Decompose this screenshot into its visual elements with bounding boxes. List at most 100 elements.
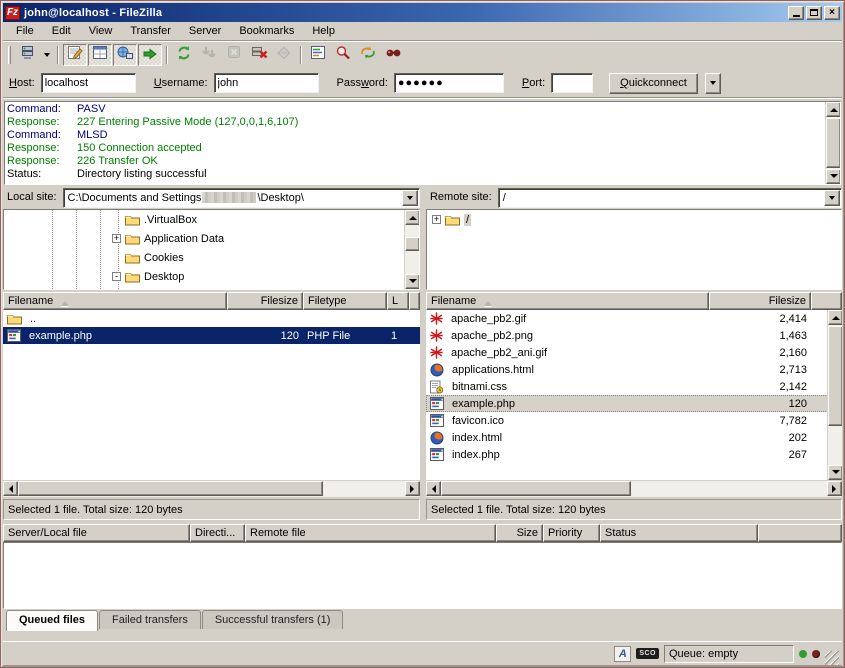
arrow-down-icon bbox=[830, 174, 838, 182]
file-size-cell: 1,463 bbox=[709, 327, 811, 344]
remote-site-dropdown[interactable] bbox=[824, 190, 840, 206]
quickconnect-dropdown-button[interactable] bbox=[705, 73, 721, 94]
file-row-example-php[interactable]: example.php120 bbox=[426, 395, 828, 412]
site-manager-button[interactable] bbox=[15, 44, 39, 66]
toggle-remote-tree-button[interactable] bbox=[113, 44, 137, 66]
tab-successful-transfers-1-[interactable]: Successful transfers (1) bbox=[202, 610, 344, 629]
file-row-index-php[interactable]: index.php267 bbox=[426, 446, 828, 463]
username-input[interactable] bbox=[214, 73, 319, 93]
column-header-filesize[interactable]: Filesize bbox=[709, 292, 811, 310]
tree-item-application-data[interactable]: +Application Data bbox=[4, 229, 419, 248]
menu-item-transfer[interactable]: Transfer bbox=[121, 23, 180, 40]
column-header-directi-[interactable]: Directi... bbox=[190, 524, 245, 542]
tree-item-root[interactable]: +/ bbox=[427, 210, 841, 229]
quickconnect-button-label: Quickconnect bbox=[620, 77, 687, 89]
column-header-size[interactable]: Size bbox=[496, 524, 543, 542]
file-row-bitnami-css[interactable]: bitnami.css2,142 bbox=[426, 378, 828, 395]
column-header-filename[interactable]: Filename bbox=[426, 292, 709, 310]
menu-item-bookmarks[interactable]: Bookmarks bbox=[230, 23, 303, 40]
file-row--[interactable]: .. bbox=[3, 310, 420, 327]
file-name-cell: favicon.ico bbox=[426, 412, 709, 429]
scroll-left-button[interactable] bbox=[3, 481, 18, 496]
arrow-left-icon bbox=[428, 485, 436, 493]
file-row-apache-pb2-ani-gif[interactable]: apache_pb2_ani.gif2,160 bbox=[426, 344, 828, 361]
column-header-server-local-file[interactable]: Server/Local file bbox=[3, 524, 190, 542]
scroll-down-button[interactable] bbox=[828, 465, 842, 480]
folder-icon bbox=[125, 251, 140, 264]
resize-grip[interactable] bbox=[825, 651, 839, 665]
filter-button[interactable] bbox=[306, 44, 330, 66]
log-scroll-thumb[interactable] bbox=[826, 118, 841, 168]
file-row-applications-html[interactable]: applications.html2,713 bbox=[426, 361, 828, 378]
tree-item--virtualbox[interactable]: +.VirtualBox bbox=[4, 210, 419, 229]
expand-icon[interactable]: + bbox=[112, 234, 121, 243]
minimize-button[interactable] bbox=[788, 6, 804, 20]
menu-item-server[interactable]: Server bbox=[180, 23, 230, 40]
remote-site-combo[interactable]: / bbox=[498, 188, 842, 208]
column-header-filename[interactable]: Filename bbox=[3, 292, 227, 310]
column-header-priority[interactable]: Priority bbox=[543, 524, 600, 542]
menu-item-help[interactable]: Help bbox=[303, 23, 344, 40]
quickconnect-button[interactable]: Quickconnect bbox=[609, 73, 698, 94]
tab-failed-transfers[interactable]: Failed transfers bbox=[99, 610, 201, 629]
list-scroll-thumb[interactable] bbox=[828, 326, 842, 426]
remote-list-vscrollbar[interactable] bbox=[827, 310, 842, 480]
column-header-filesize[interactable]: Filesize bbox=[227, 292, 303, 310]
expand-icon[interactable]: + bbox=[432, 215, 441, 224]
tree-item-cookies[interactable]: +Cookies bbox=[4, 248, 419, 267]
sync-browsing-button[interactable] bbox=[356, 44, 380, 66]
sort-ascending-icon bbox=[61, 297, 69, 306]
tab-queued-files[interactable]: Queued files bbox=[6, 610, 98, 631]
hscroll-thumb[interactable] bbox=[18, 481, 323, 496]
toggle-queue-button[interactable] bbox=[138, 44, 162, 66]
scroll-right-button[interactable] bbox=[405, 481, 420, 496]
local-hscrollbar[interactable] bbox=[3, 481, 420, 497]
queue-body[interactable] bbox=[3, 542, 842, 609]
toggle-message-log-button[interactable] bbox=[63, 44, 87, 66]
disconnect-button[interactable] bbox=[247, 44, 271, 66]
toolbar-grip[interactable] bbox=[8, 46, 11, 64]
remote-site-row: Remote site: / bbox=[426, 187, 842, 208]
file-row-favicon-ico[interactable]: favicon.ico7,782 bbox=[426, 412, 828, 429]
toggle-local-tree-button[interactable] bbox=[88, 44, 112, 66]
file-row-apache-pb2-gif[interactable]: apache_pb2.gif2,414 bbox=[426, 310, 828, 327]
column-header-filetype[interactable]: Filetype bbox=[303, 292, 387, 310]
file-size-cell: 2,160 bbox=[709, 344, 811, 361]
refresh-button[interactable] bbox=[172, 44, 196, 66]
site-manager-button-dropdown[interactable] bbox=[40, 44, 53, 66]
remote-hscrollbar[interactable] bbox=[426, 481, 842, 497]
maximize-button[interactable] bbox=[806, 6, 822, 20]
log-vscrollbar[interactable] bbox=[825, 102, 840, 184]
port-input[interactable] bbox=[551, 73, 593, 93]
file-row-example-php[interactable]: example.php120PHP File1 bbox=[3, 327, 420, 344]
find-files-button[interactable] bbox=[381, 44, 405, 66]
file-modified-cell: 1 bbox=[387, 327, 409, 344]
close-button[interactable]: × bbox=[824, 6, 840, 20]
menu-item-file[interactable]: File bbox=[7, 23, 43, 40]
file-row-apache-pb2-png[interactable]: apache_pb2.png1,463 bbox=[426, 327, 828, 344]
menu-item-view[interactable]: View bbox=[80, 23, 122, 40]
password-input[interactable] bbox=[394, 73, 504, 93]
column-header-status[interactable]: Status bbox=[600, 524, 758, 542]
scroll-up-button[interactable] bbox=[828, 310, 842, 325]
local-status-text: Selected 1 file. Total size: 120 bytes bbox=[3, 499, 420, 520]
local-site-combo[interactable]: C:\Documents and Settings\Desktop\ bbox=[63, 188, 420, 208]
column-header-l[interactable]: L bbox=[387, 292, 409, 310]
menu-bar: FileEditViewTransferServerBookmarksHelp bbox=[3, 22, 842, 42]
cancel-operation-button bbox=[222, 44, 246, 66]
collapse-icon[interactable]: - bbox=[112, 272, 121, 281]
scroll-down-button[interactable] bbox=[826, 169, 841, 184]
scroll-left-button[interactable] bbox=[426, 481, 441, 496]
scroll-right-button[interactable] bbox=[827, 481, 842, 496]
compare-button[interactable] bbox=[331, 44, 355, 66]
chevron-down-icon bbox=[710, 81, 716, 88]
host-input[interactable] bbox=[41, 73, 136, 93]
file-modified-cell bbox=[387, 310, 409, 327]
local-site-dropdown[interactable] bbox=[402, 190, 418, 206]
hscroll-thumb[interactable] bbox=[441, 481, 631, 496]
column-header-remote-file[interactable]: Remote file bbox=[245, 524, 496, 542]
scroll-up-button[interactable] bbox=[826, 102, 841, 117]
menu-item-edit[interactable]: Edit bbox=[43, 23, 80, 40]
file-row-index-html[interactable]: index.html202 bbox=[426, 429, 828, 446]
tree-item-desktop[interactable]: -Desktop bbox=[4, 267, 419, 286]
